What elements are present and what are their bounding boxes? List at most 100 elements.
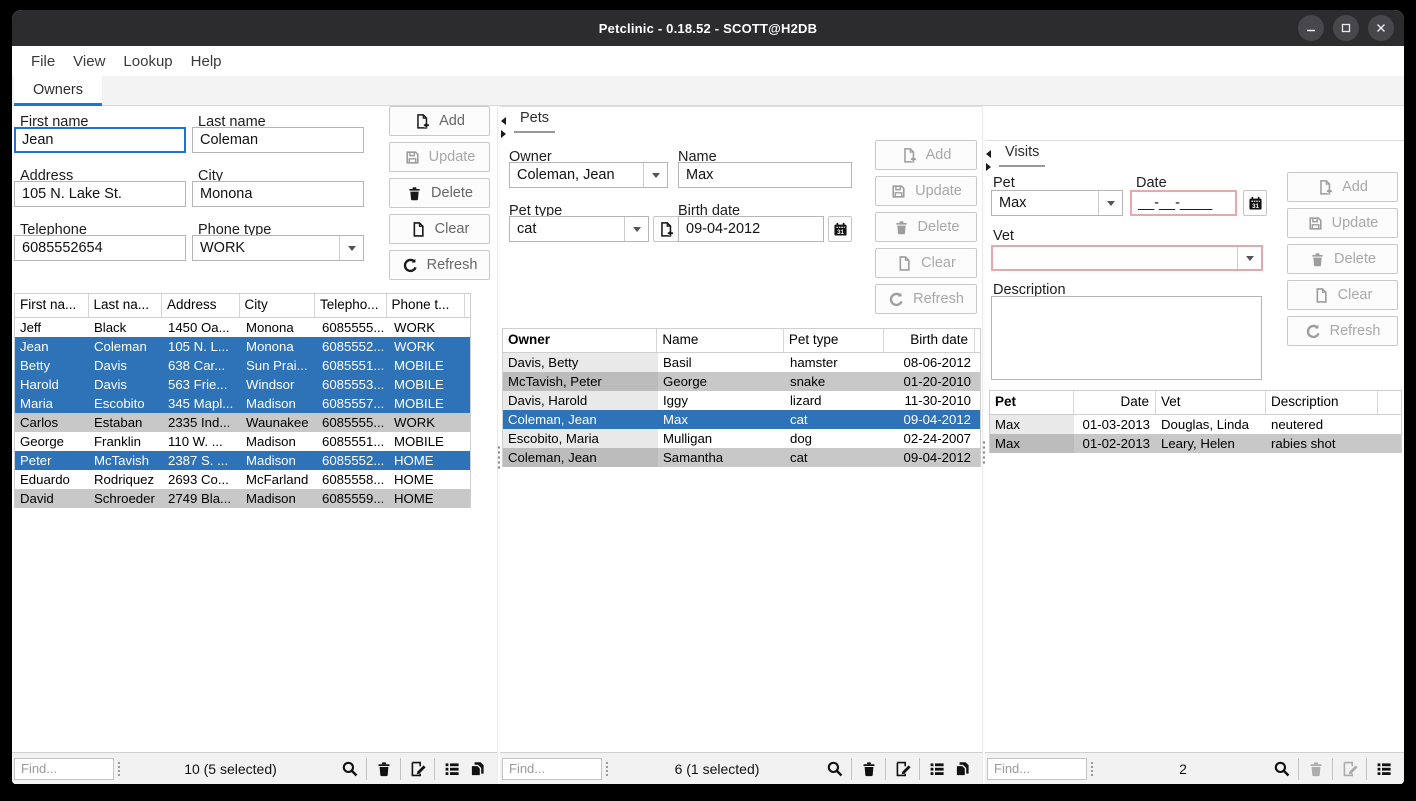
owners-find-input[interactable] (14, 758, 114, 780)
table-cell: David (15, 489, 89, 508)
table-row[interactable]: Max01-02-2013Leary, Helenrabies shot (990, 434, 1401, 453)
visit-date-field[interactable] (1130, 190, 1237, 216)
search-button[interactable] (337, 757, 362, 781)
table-row[interactable]: JeanColeman105 N. L...Monona6085552...WO… (15, 337, 470, 356)
table-row[interactable]: CarlosEstaban2335 Ind...Waunakee6085555.… (15, 413, 470, 432)
tab-scroll-right-icon[interactable] (501, 130, 506, 138)
owners-status-bar: 10 (5 selected) (12, 752, 497, 784)
visit-description-textarea[interactable] (991, 296, 1262, 380)
column-header[interactable]: Owner (503, 329, 657, 352)
add-button[interactable]: Add (389, 106, 490, 136)
list-button[interactable] (1371, 757, 1396, 781)
tab-scroll-left-icon[interactable] (501, 117, 506, 125)
pets-panel: Pets Owner Coleman, Jean Name Pet type c… (500, 106, 982, 784)
refresh-button[interactable]: Refresh (389, 250, 490, 280)
column-header[interactable]: City (240, 294, 316, 317)
table-row[interactable]: PeterMcTavish2387 S. ...Madison6085552..… (15, 451, 470, 470)
toolbar-grip[interactable] (117, 761, 121, 776)
search-button[interactable] (822, 757, 847, 781)
add-pet-type-button[interactable] (653, 216, 679, 242)
owners-table[interactable]: First na...Last na...AddressCityTelepho.… (14, 293, 471, 508)
pets-find-input[interactable] (502, 758, 602, 780)
delete-button[interactable]: Delete (389, 178, 490, 208)
edit-button[interactable] (405, 757, 430, 781)
column-header[interactable]: Vet (1156, 391, 1266, 414)
first-name-field[interactable] (14, 127, 186, 153)
menu-view[interactable]: View (64, 53, 114, 70)
pets-status-bar: 6 (1 selected) (500, 752, 982, 784)
minimize-button[interactable] (1298, 15, 1324, 41)
telephone-field[interactable] (14, 235, 186, 261)
column-header[interactable]: Address (162, 294, 239, 317)
table-row[interactable]: Coleman, JeanSamanthacat09-04-2012 (503, 448, 980, 467)
search-button[interactable] (1269, 757, 1294, 781)
clear-button[interactable]: Clear (389, 214, 490, 244)
table-cell: Davis, Betty (503, 353, 658, 372)
tab-visits[interactable]: Visits (999, 144, 1045, 167)
city-field[interactable] (192, 181, 364, 207)
column-header[interactable]: Description (1266, 391, 1378, 414)
visit-date-calendar-button[interactable]: 31 (1243, 190, 1267, 216)
table-cell: Carlos (15, 413, 89, 432)
column-header[interactable]: Pet type (784, 329, 885, 352)
title-bar[interactable]: Petclinic - 0.18.52 - SCOTT@H2DB (12, 10, 1404, 46)
phone-type-combobox[interactable]: WORK (192, 235, 364, 261)
visits-find-input[interactable] (987, 758, 1087, 780)
tab-scroll-left-icon[interactable] (986, 150, 991, 158)
column-header[interactable]: Date (1074, 391, 1156, 414)
table-row[interactable]: EduardoRodriquez2693 Co...McFarland60855… (15, 470, 470, 489)
column-header[interactable]: Telepho... (315, 294, 387, 317)
copy-button[interactable] (464, 757, 489, 781)
clear-button: Clear (1287, 280, 1398, 310)
trash-button[interactable] (856, 757, 881, 781)
column-header[interactable]: Last na... (89, 294, 163, 317)
birth-date-field[interactable] (678, 216, 824, 242)
visit-pet-combobox[interactable]: Max (991, 190, 1123, 216)
tab-owners[interactable]: Owners (14, 76, 102, 106)
table-cell: Schroeder (89, 489, 163, 508)
column-header[interactable]: Name (657, 329, 783, 352)
menu-help[interactable]: Help (182, 53, 231, 70)
address-field[interactable] (14, 181, 186, 207)
table-row[interactable]: Coleman, JeanMaxcat09-04-2012 (503, 410, 980, 429)
table-row[interactable]: HaroldDavis563 Frie...Windsor6085553...M… (15, 375, 470, 394)
copy-button[interactable] (949, 757, 974, 781)
table-row[interactable]: Escobito, MariaMulligandog02-24-2007 (503, 429, 980, 448)
table-row[interactable]: JeffBlack1450 Oa...Monona6085555...WORK (15, 318, 470, 337)
maximize-button[interactable] (1333, 15, 1359, 41)
list-button[interactable] (924, 757, 949, 781)
pets-table[interactable]: OwnerNamePet typeBirth dateDavis, BettyB… (502, 328, 981, 467)
column-header[interactable]: First na... (15, 294, 89, 317)
table-row[interactable]: McTavish, PeterGeorgesnake01-20-2010 (503, 372, 980, 391)
visit-vet-combobox[interactable] (991, 245, 1263, 271)
pet-owner-combobox[interactable]: Coleman, Jean (509, 162, 668, 188)
table-cell: Douglas, Linda (1156, 415, 1266, 434)
toolbar-grip[interactable] (605, 761, 609, 776)
tab-scroll-right-icon[interactable] (986, 163, 991, 171)
table-row[interactable]: GeorgeFranklin110 W. ...Madison6085551..… (15, 432, 470, 451)
table-row[interactable]: DavidSchroeder2749 Bla...Madison6085559.… (15, 489, 470, 508)
table-row[interactable]: Max01-03-2013Douglas, Lindaneutered (990, 415, 1401, 434)
table-cell: 6085558... (317, 470, 389, 489)
menu-lookup[interactable]: Lookup (114, 53, 181, 70)
column-header[interactable]: Birth date (884, 329, 975, 352)
tab-pets[interactable]: Pets (514, 110, 555, 133)
visits-row-count: 2 (1097, 761, 1269, 777)
column-header[interactable]: Pet (990, 391, 1074, 414)
last-name-field[interactable] (192, 127, 364, 153)
table-row[interactable]: Davis, BettyBasilhamster08-06-2012 (503, 353, 980, 372)
pet-type-combobox[interactable]: cat (509, 216, 649, 242)
list-button[interactable] (439, 757, 464, 781)
menu-file[interactable]: File (22, 53, 64, 70)
column-header[interactable]: Phone t... (387, 294, 465, 317)
pet-name-field[interactable] (678, 162, 852, 188)
edit-button[interactable] (890, 757, 915, 781)
toolbar-grip[interactable] (1090, 761, 1094, 776)
table-row[interactable]: BettyDavis638 Car...Sun Prai...6085551..… (15, 356, 470, 375)
table-row[interactable]: Davis, HaroldIggylizard11-30-2010 (503, 391, 980, 410)
close-button[interactable] (1368, 15, 1394, 41)
trash-button[interactable] (371, 757, 396, 781)
birth-date-calendar-button[interactable]: 31 (828, 216, 852, 242)
visits-table[interactable]: PetDateVetDescriptionMax01-03-2013Dougla… (989, 390, 1402, 453)
table-row[interactable]: MariaEscobito345 Mapl...Madison6085557..… (15, 394, 470, 413)
